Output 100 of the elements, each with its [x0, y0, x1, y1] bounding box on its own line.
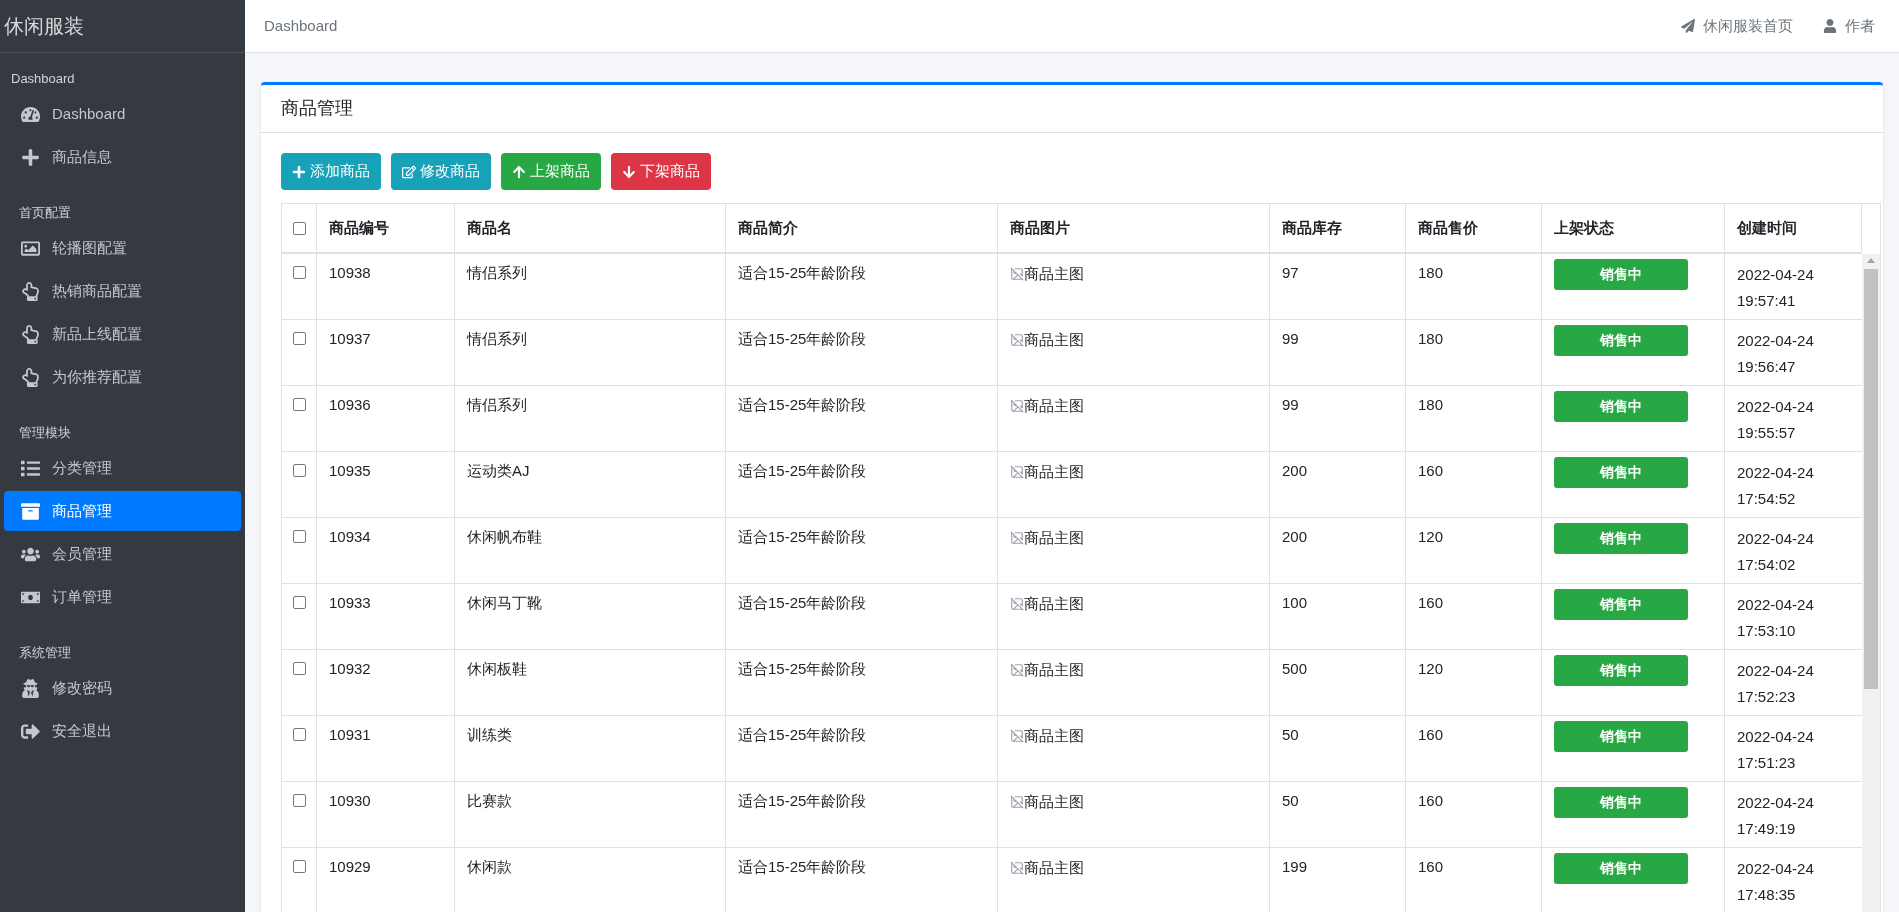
checkbox[interactable] — [292, 794, 306, 807]
column-header: 商品简介 — [738, 217, 798, 238]
pointing-hand-icon — [21, 324, 40, 344]
breadcrumb[interactable]: Dashboard — [264, 14, 338, 38]
sidebar-section-title: Dashboard — [10, 70, 76, 89]
checkbox[interactable] — [292, 221, 306, 235]
checkbox[interactable] — [292, 332, 306, 345]
column-header: 上架状态 — [1554, 217, 1614, 238]
checkbox[interactable] — [292, 530, 306, 543]
table-cell: 训练类 — [467, 726, 512, 743]
user-icon — [1823, 19, 1837, 33]
table-cell: 200 — [1282, 462, 1308, 479]
sidebar-item[interactable]: 商品管理 — [4, 491, 241, 531]
table-cell: 10933 — [329, 594, 371, 611]
checkbox[interactable] — [292, 596, 306, 609]
sidebar-section-title: 首页配置 — [18, 204, 72, 223]
sidebar-item[interactable]: 会员管理 — [4, 534, 241, 574]
table-cell: 100 — [1282, 594, 1308, 611]
broken-image-icon — [1010, 597, 1024, 612]
table-cell: 160 — [1418, 792, 1444, 809]
table-cell: 适合15-25年龄阶段 — [738, 462, 867, 479]
image-alt-text: 商品主图 — [1024, 594, 1084, 614]
table-cell: 情侣系列 — [467, 264, 527, 281]
table-cell: 适合15-25年龄阶段 — [738, 660, 867, 677]
broken-image-icon — [1010, 333, 1024, 348]
image-alt-text: 商品主图 — [1024, 462, 1084, 482]
table-cell: 180 — [1418, 396, 1444, 413]
table-cell: 97 — [1282, 264, 1299, 281]
column-header: 商品名 — [467, 217, 512, 238]
image-alt-text: 商品主图 — [1024, 792, 1084, 812]
arrow-down-icon — [622, 164, 636, 179]
table-cell: 适合15-25年龄阶段 — [738, 726, 867, 743]
arrow-up-icon — [512, 164, 526, 179]
checkbox[interactable] — [292, 728, 306, 741]
table-cell: 160 — [1418, 594, 1444, 611]
table-cell: 10930 — [329, 792, 371, 809]
broken-image-icon — [1010, 729, 1024, 744]
sidebar-section-title: 管理模块 — [18, 424, 72, 443]
status-badge: 销售中 — [1554, 259, 1688, 290]
table-cell: 10938 — [329, 264, 371, 281]
table-cell: 10929 — [329, 858, 371, 875]
table-cell: 160 — [1418, 726, 1444, 743]
sidebar-item[interactable]: 商品信息 — [4, 137, 241, 177]
table-cell: 比赛款 — [467, 792, 512, 809]
action-button[interactable]: 下架商品 — [611, 153, 711, 190]
sidebar-item[interactable]: 轮播图配置 — [4, 228, 241, 268]
sidebar-item[interactable]: 安全退出 — [4, 711, 241, 751]
column-header: 商品编号 — [329, 217, 389, 238]
checkbox[interactable] — [292, 860, 306, 873]
table-cell: 2022-04-24 19:57:41 — [1737, 266, 1814, 309]
list-icon — [21, 458, 40, 478]
status-badge: 销售中 — [1554, 853, 1688, 884]
sidebar-item[interactable]: 热销商品配置 — [4, 271, 241, 311]
sidebar-item[interactable]: 修改密码 — [4, 668, 241, 708]
table-cell: 情侣系列 — [467, 396, 527, 413]
sidebar-item[interactable]: 订单管理 — [4, 577, 241, 617]
logout-icon — [21, 721, 40, 741]
status-badge: 销售中 — [1554, 457, 1688, 488]
table-cell: 199 — [1282, 858, 1308, 875]
checkbox[interactable] — [292, 662, 306, 675]
table-cell: 10931 — [329, 726, 371, 743]
table-cell: 2022-04-24 17:51:23 — [1737, 728, 1814, 771]
table-cell: 2022-04-24 17:54:52 — [1737, 464, 1814, 507]
image-alt-text: 商品主图 — [1024, 528, 1084, 548]
table-cell: 适合15-25年龄阶段 — [738, 528, 867, 545]
checkbox[interactable] — [292, 464, 306, 477]
checkbox[interactable] — [292, 266, 306, 279]
table-cell: 50 — [1282, 792, 1299, 809]
sidebar-item[interactable]: 分类管理 — [4, 448, 241, 488]
table-cell: 200 — [1282, 528, 1308, 545]
table-cell: 2022-04-24 17:48:35 — [1737, 860, 1814, 903]
status-badge: 销售中 — [1554, 589, 1688, 620]
broken-image-icon — [1010, 267, 1024, 282]
table-cell: 2022-04-24 17:49:19 — [1737, 794, 1814, 837]
table-cell: 适合15-25年龄阶段 — [738, 858, 867, 875]
table-cell: 休闲帆布鞋 — [467, 528, 542, 545]
column-header: 商品图片 — [1010, 217, 1070, 238]
paper-plane-icon — [1681, 19, 1695, 33]
sidebar-item[interactable]: Dashboard — [4, 94, 241, 134]
table-cell: 适合15-25年龄阶段 — [738, 594, 867, 611]
table-cell: 160 — [1418, 858, 1444, 875]
pointing-hand-icon — [21, 281, 40, 301]
table-cell: 180 — [1418, 330, 1444, 347]
sidebar-item[interactable]: 新品上线配置 — [4, 314, 241, 354]
table-cell: 2022-04-24 17:54:02 — [1737, 530, 1814, 573]
nav-link[interactable]: 休闲服装首页 — [1681, 14, 1793, 38]
image-alt-text: 商品主图 — [1024, 330, 1084, 350]
table-cell: 10935 — [329, 462, 371, 479]
archive-box-icon — [21, 501, 40, 521]
scrollbar[interactable] — [1862, 254, 1880, 912]
table-cell: 休闲板鞋 — [467, 660, 527, 677]
broken-image-icon — [1010, 861, 1024, 876]
nav-link[interactable]: 作者 — [1823, 14, 1875, 38]
table-cell: 休闲马丁靴 — [467, 594, 542, 611]
table-cell: 50 — [1282, 726, 1299, 743]
status-badge: 销售中 — [1554, 391, 1688, 422]
column-header: 创建时间 — [1737, 217, 1797, 238]
checkbox[interactable] — [292, 398, 306, 411]
sidebar-item[interactable]: 为你推荐配置 — [4, 357, 241, 397]
pointing-hand-icon — [21, 367, 40, 387]
